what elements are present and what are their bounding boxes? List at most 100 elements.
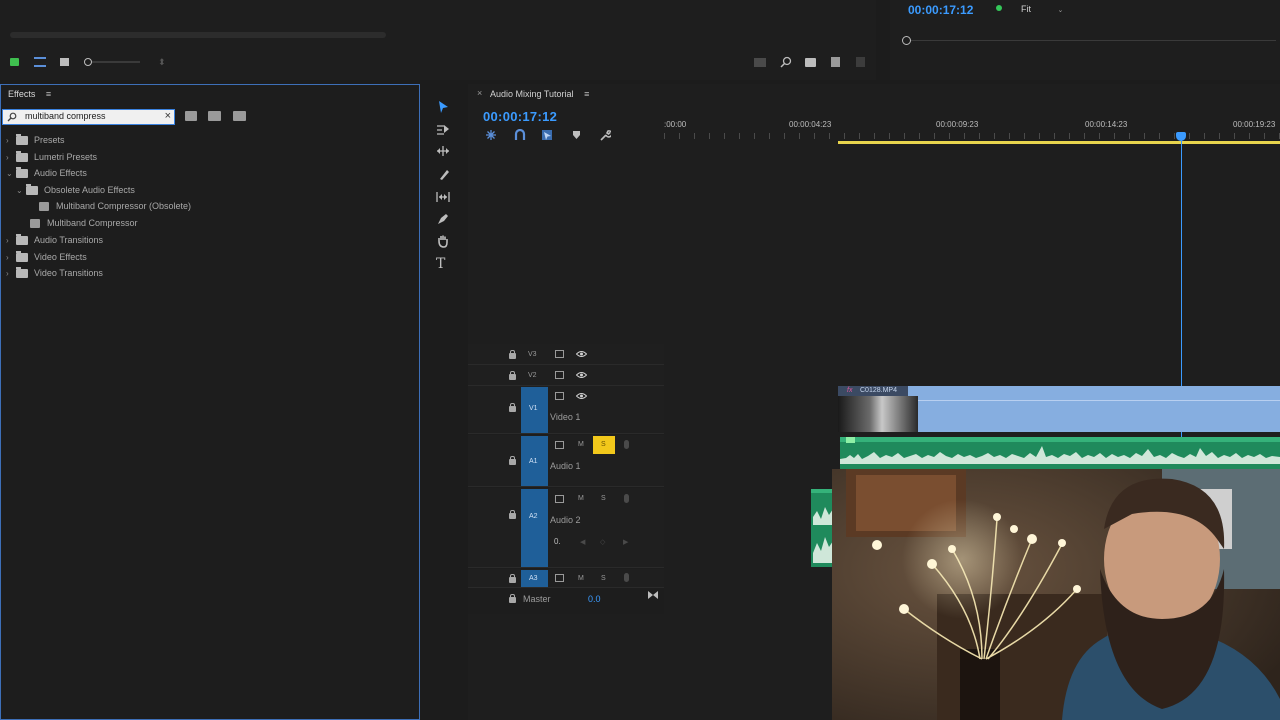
chevron-down-icon[interactable]: ⌄: [16, 186, 26, 195]
time-ruler[interactable]: [664, 133, 1280, 139]
snap-icon[interactable]: [514, 129, 526, 141]
find-icon[interactable]: [780, 56, 792, 68]
pan-knob-value[interactable]: 0.: [554, 537, 561, 546]
chevron-right-icon[interactable]: ›: [6, 253, 16, 262]
microphone-icon[interactable]: [624, 440, 629, 449]
lock-icon[interactable]: [509, 574, 516, 583]
lock-icon[interactable]: [509, 510, 516, 519]
zoom-slider[interactable]: [84, 58, 140, 66]
tree-item-multiband-compressor[interactable]: Multiband Compressor: [30, 216, 138, 230]
razor-tool-icon[interactable]: [436, 167, 450, 181]
type-tool-icon[interactable]: T: [436, 257, 450, 271]
add-keyframe-icon[interactable]: ◇: [600, 538, 605, 546]
effect-icon: [30, 218, 40, 228]
chevron-right-icon[interactable]: ›: [6, 236, 16, 245]
timeline-settings-icon[interactable]: [599, 129, 611, 141]
automate-to-sequence-icon[interactable]: [754, 58, 766, 67]
effects-search-input[interactable]: multiband compress ×: [2, 109, 175, 125]
mute-button[interactable]: M: [578, 575, 584, 582]
eye-icon[interactable]: [576, 371, 587, 379]
mute-button[interactable]: M: [578, 495, 584, 502]
mute-button[interactable]: M: [578, 441, 584, 448]
track-label-v3: V3: [528, 351, 537, 358]
playhead-scrubber[interactable]: [902, 36, 1276, 45]
audio-clip-a2[interactable]: [811, 489, 833, 567]
slip-tool-icon[interactable]: [436, 190, 450, 204]
lock-icon[interactable]: [509, 403, 516, 412]
pen-tool-icon[interactable]: [436, 212, 450, 226]
track-label-a3: A3: [529, 575, 538, 582]
zoom-slider-handle[interactable]: [84, 58, 92, 66]
chevron-down-icon: ⌄: [1057, 7, 1064, 14]
toggle-sync-lock-icon[interactable]: [555, 495, 564, 503]
list-view-icon[interactable]: [34, 57, 46, 67]
chevron-right-icon[interactable]: ›: [6, 269, 16, 278]
toggle-sync-lock-icon[interactable]: [555, 441, 564, 449]
source-patch-a2[interactable]: [521, 489, 548, 567]
program-timecode[interactable]: 00:00:17:12: [908, 3, 973, 17]
hand-tool-icon[interactable]: [436, 234, 450, 248]
lock-icon[interactable]: [509, 371, 516, 380]
selection-tool-icon[interactable]: [436, 100, 450, 114]
yuv-effects-icon[interactable]: [233, 111, 246, 121]
clear-search-icon[interactable]: ×: [165, 110, 171, 122]
tree-item-video-effects[interactable]: › Video Effects: [6, 250, 87, 264]
panel-menu-icon[interactable]: ≡: [46, 89, 51, 99]
new-bin-icon[interactable]: [805, 58, 816, 67]
toggle-sync-lock-icon[interactable]: [555, 350, 564, 358]
chevron-down-icon[interactable]: ⌄: [6, 169, 16, 178]
ripple-edit-tool-icon[interactable]: [436, 144, 450, 158]
go-to-edit-point-icon[interactable]: [647, 590, 659, 600]
icon-view-icon[interactable]: [60, 58, 69, 66]
eye-icon[interactable]: [576, 392, 587, 400]
tree-item-multiband-compressor-obsolete[interactable]: Multiband Compressor (Obsolete): [39, 199, 191, 213]
chevron-right-icon[interactable]: ›: [6, 153, 16, 162]
sort-icon[interactable]: ⬍: [158, 57, 166, 67]
tree-item-audio-effects[interactable]: ⌄ Audio Effects: [6, 166, 87, 180]
chevron-right-icon[interactable]: ›: [6, 136, 16, 145]
lock-icon[interactable]: [509, 456, 516, 465]
lock-icon[interactable]: [509, 594, 516, 603]
solo-button-active[interactable]: S: [593, 436, 615, 454]
next-keyframe-icon[interactable]: ▶: [623, 538, 628, 546]
effects-tab[interactable]: Effects ≡: [8, 89, 51, 99]
tools-panel: T: [428, 94, 458, 294]
master-volume-value[interactable]: 0.0: [588, 594, 601, 604]
new-item-icon[interactable]: [831, 57, 840, 67]
32-bit-color-icon[interactable]: [208, 111, 221, 121]
scrubber-handle[interactable]: [902, 36, 911, 45]
linked-selection-icon[interactable]: [541, 129, 553, 141]
add-marker-icon[interactable]: [572, 130, 581, 140]
tree-item-lumetri-presets[interactable]: › Lumetri Presets: [6, 150, 97, 164]
tree-item-presets[interactable]: › Presets: [6, 133, 65, 147]
tree-item-audio-transitions[interactable]: › Audio Transitions: [6, 233, 103, 247]
toggle-sync-lock-icon[interactable]: [555, 371, 564, 379]
tree-item-obsolete-audio-effects[interactable]: ⌄ Obsolete Audio Effects: [16, 183, 135, 197]
work-area-bar[interactable]: [838, 141, 1280, 144]
microphone-icon[interactable]: [624, 494, 629, 503]
solo-button-label: S: [601, 441, 606, 448]
accelerated-effects-icon[interactable]: [185, 111, 197, 121]
eye-icon[interactable]: [576, 350, 587, 358]
lock-icon[interactable]: [10, 58, 19, 66]
sequence-tab[interactable]: Audio Mixing Tutorial ≡: [490, 89, 589, 99]
clear-icon[interactable]: [856, 57, 865, 67]
nest-icon[interactable]: [485, 129, 497, 141]
close-tab-icon[interactable]: ×: [477, 88, 482, 98]
sequence-timecode[interactable]: 00:00:17:12: [483, 109, 557, 124]
zoom-dropdown[interactable]: Fit ⌄: [1021, 4, 1063, 14]
solo-button[interactable]: S: [601, 575, 606, 582]
track-select-tool-icon[interactable]: [436, 122, 450, 136]
tree-item-label: Video Effects: [34, 252, 87, 262]
toggle-sync-lock-icon[interactable]: [555, 574, 564, 582]
lock-icon[interactable]: [509, 350, 516, 359]
horizontal-scrollbar[interactable]: [10, 32, 386, 38]
folder-icon: [16, 133, 28, 145]
toggle-sync-lock-icon[interactable]: [555, 392, 564, 400]
tree-item-video-transitions[interactable]: › Video Transitions: [6, 266, 103, 280]
panel-menu-icon[interactable]: ≡: [584, 89, 589, 99]
tree-item-label: Multiband Compressor: [47, 218, 138, 228]
previous-keyframe-icon[interactable]: ◀: [580, 538, 585, 546]
microphone-icon[interactable]: [624, 573, 629, 582]
solo-button[interactable]: S: [601, 495, 606, 502]
